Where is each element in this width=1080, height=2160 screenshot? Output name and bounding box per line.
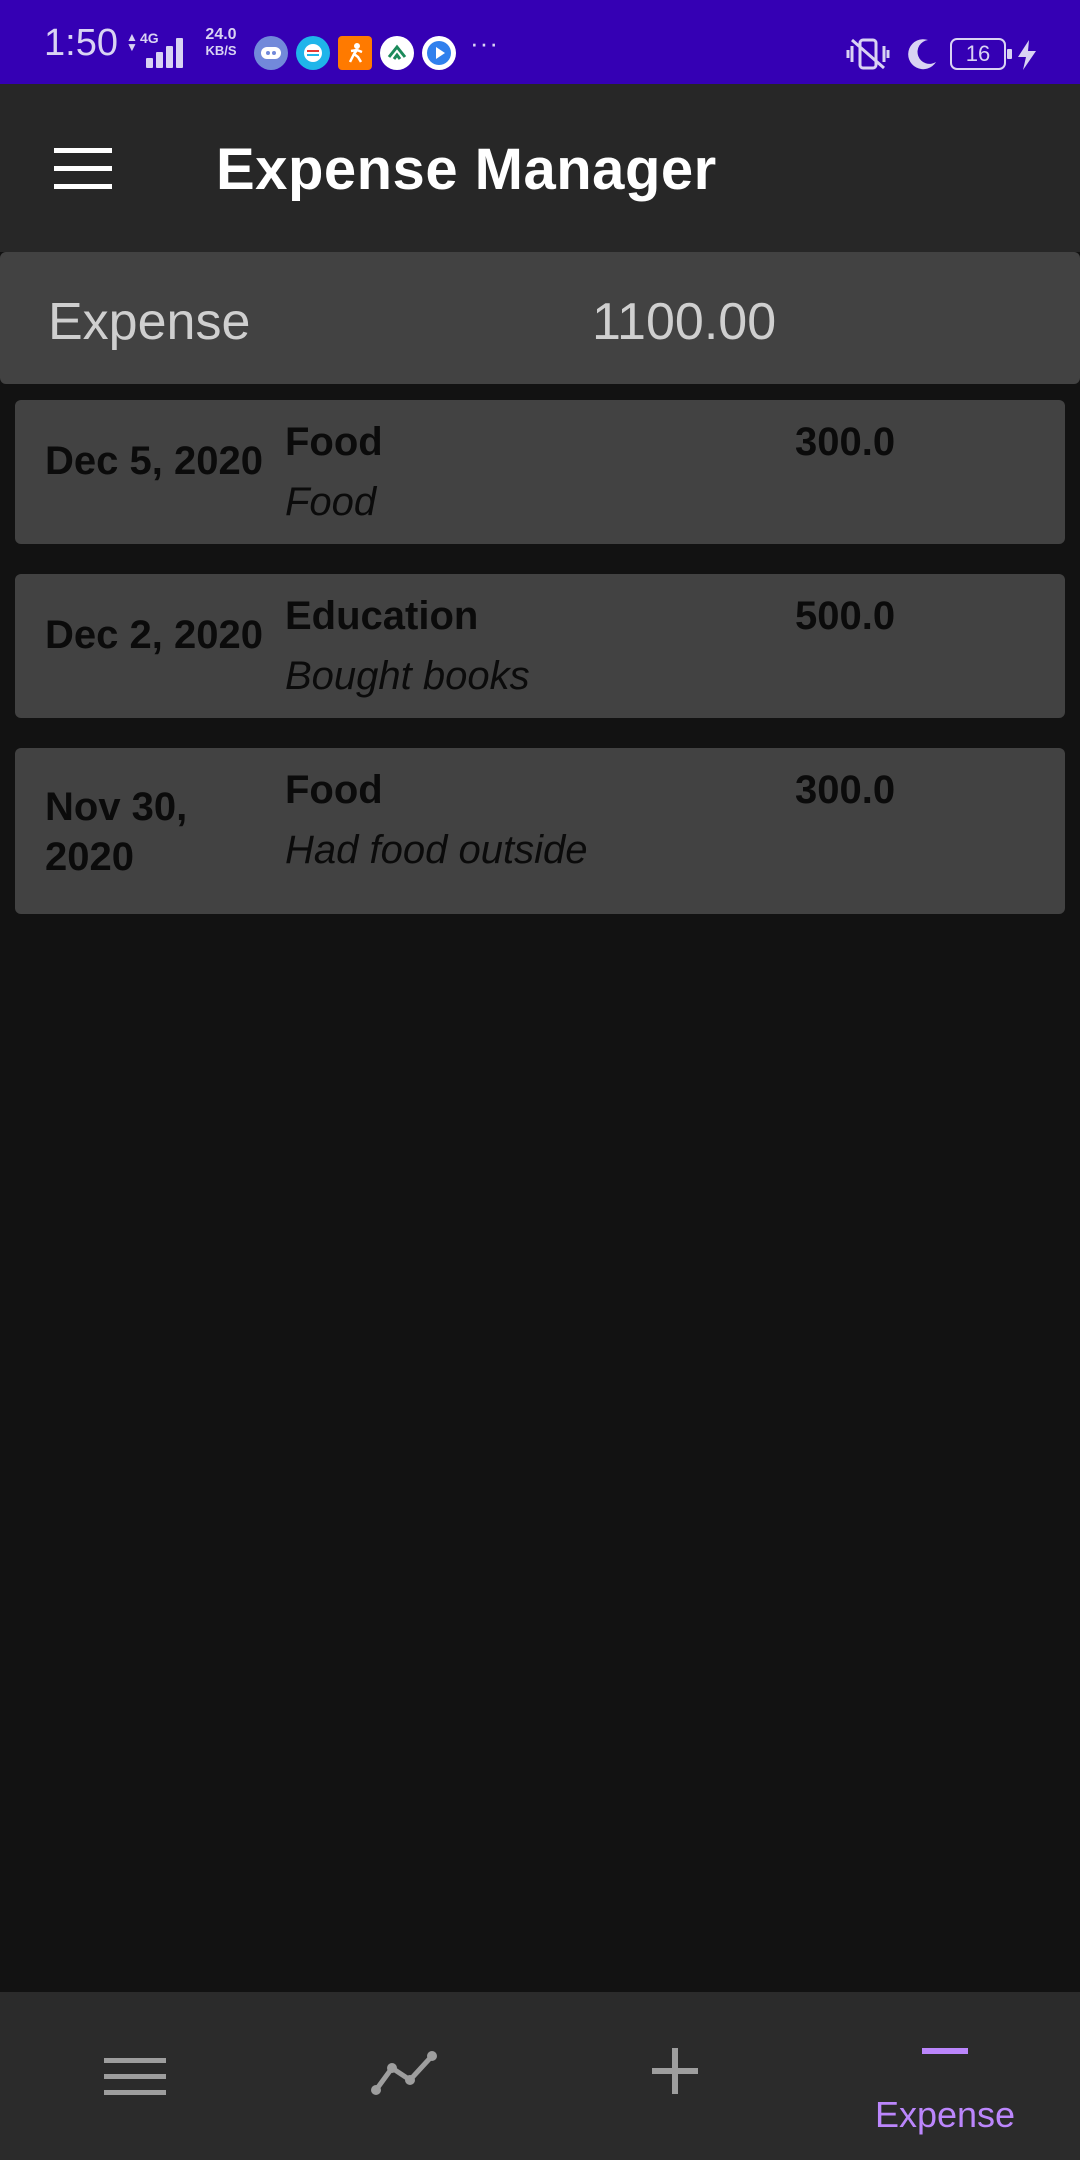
expense-date: Nov 30, 2020 [45,785,188,879]
network-speed-unit: KB/S [205,43,237,58]
trend-icon [371,2051,437,2095]
ledger-app-icon [380,36,414,70]
minus-icon [922,2048,968,2054]
expense-list-item[interactable]: Nov 30, 2020 Food Had food outside 300.0 [15,748,1065,914]
app-notification-icon [296,36,330,70]
add-icon [652,2048,698,2094]
app-bar: Expense Manager [0,84,1080,252]
expense-list-item[interactable]: Dec 2, 2020 Education Bought books 500.0 [15,574,1065,718]
nav-label-expense: Expense [874,2094,1016,2135]
expense-list-item[interactable]: Dec 5, 2020 Food Food 300.0 [15,400,1065,544]
bottom-navigation: Expense [0,1992,1080,2160]
expense-category: Education [285,594,479,638]
expense-summary: Expense 1100.00 [0,252,1080,384]
status-time: 1:50 [44,22,118,64]
data-arrows-icon: ▲ ▼ [126,30,138,54]
battery-level: 16 [965,41,991,66]
discord-icon [254,36,288,70]
status-bar: 1:50 ▲ ▼ 4G 24.0 KB/S ··· 16 [0,0,1080,84]
do-not-disturb-moon-icon [908,39,936,70]
expense-amount: 300.0 [795,768,896,812]
list-icon [104,2058,166,2095]
running-app-icon [338,36,372,70]
expense-category: Food [285,768,383,812]
page-title: Expense Manager [216,137,717,202]
play-app-icon [422,36,456,70]
nav-item-add[interactable] [540,1992,810,2160]
summary-total: 1100.00 [592,293,777,351]
network-speed: 24.0 KB/S [196,26,246,58]
summary-label: Expense [48,293,251,351]
hamburger-menu-icon[interactable] [54,148,112,190]
network-indicator: ▲ ▼ 4G 24.0 KB/S [126,26,246,70]
expense-date: Dec 2, 2020 [45,613,263,657]
nav-item-trend[interactable] [270,1992,540,2160]
expense-note: Bought books [285,654,530,698]
expense-amount: 500.0 [795,594,896,638]
network-type: 4G [140,30,159,46]
expense-amount: 300.0 [795,420,896,464]
expense-date: Dec 5, 2020 [45,439,263,483]
battery-icon: 16 [950,38,1012,70]
expense-category: Food [285,420,383,464]
network-speed-value: 24.0 [205,26,237,43]
expense-note: Had food outside [285,828,588,872]
vibrate-off-icon [846,38,890,70]
expense-note: Food [285,480,377,524]
charging-bolt-icon [1018,40,1036,70]
more-notifications-icon: ··· [470,28,499,58]
app-screen: 1:50 ▲ ▼ 4G 24.0 KB/S ··· 16 Expense Man… [0,0,1080,2160]
nav-item-expense[interactable]: Expense [810,1992,1080,2160]
nav-item-list[interactable] [0,1992,270,2160]
